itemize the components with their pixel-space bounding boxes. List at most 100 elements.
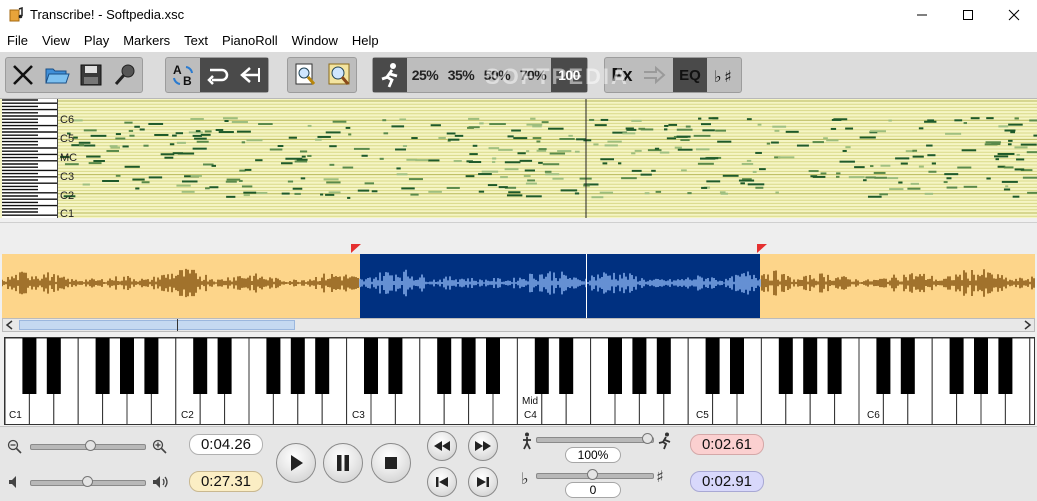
black-key[interactable] <box>559 338 574 394</box>
go-to-start-button[interactable] <box>427 467 457 497</box>
black-key[interactable] <box>388 338 403 394</box>
stop-button[interactable] <box>371 443 411 483</box>
ab-loop-button[interactable]: AB <box>166 58 200 92</box>
pitch-value-display: 0 <box>565 482 621 498</box>
black-key[interactable] <box>534 338 549 394</box>
close-button[interactable] <box>991 0 1037 30</box>
minimize-button[interactable] <box>899 0 945 30</box>
loop-button[interactable] <box>200 58 234 92</box>
black-key[interactable] <box>266 338 281 394</box>
menu-view[interactable]: View <box>35 30 77 52</box>
scroll-left-icon[interactable] <box>4 319 16 331</box>
zoom-fit-button[interactable] <box>322 58 356 92</box>
black-key[interactable] <box>730 338 744 394</box>
pitch-slider-thumb[interactable] <box>587 469 598 480</box>
speed-25-button[interactable]: 25% <box>407 58 443 92</box>
black-key[interactable] <box>290 338 305 394</box>
marker-strip[interactable] <box>0 222 1037 255</box>
transport-controls: 0:04.26 0:27.31 100% ♭ ♯ 0 0:02.61 0:02.… <box>0 426 1037 501</box>
rewind-to-marker-button[interactable] <box>234 58 268 92</box>
black-key[interactable] <box>437 338 452 394</box>
black-key[interactable] <box>120 338 134 394</box>
speed-35-button[interactable]: 35% <box>443 58 479 92</box>
kb-label-c6: C6 <box>867 410 880 421</box>
zoom-in-icon[interactable] <box>152 439 168 455</box>
black-key[interactable] <box>486 338 500 394</box>
black-key[interactable] <box>144 338 159 394</box>
volume-low-icon[interactable] <box>7 474 23 490</box>
playback-cursor[interactable] <box>586 254 587 318</box>
black-key[interactable] <box>217 338 232 394</box>
scrollbar-thumb[interactable] <box>19 320 295 330</box>
pr-label-c2: C2 <box>60 190 75 202</box>
play-button[interactable] <box>276 443 316 483</box>
kb-label-c4: C4 <box>524 410 537 421</box>
stop-icon <box>385 457 397 469</box>
black-key[interactable] <box>949 338 964 394</box>
horizontal-scrollbar[interactable] <box>2 318 1035 332</box>
zoom-in-button[interactable] <box>288 58 322 92</box>
black-key[interactable] <box>974 338 988 394</box>
loop-icon <box>207 68 229 85</box>
black-key[interactable] <box>778 338 793 394</box>
black-key[interactable] <box>827 338 842 394</box>
volume-slider-thumb[interactable] <box>82 476 93 487</box>
piano-keys[interactable] <box>5 338 1035 425</box>
save-file-button[interactable] <box>74 58 108 92</box>
fast-forward-button[interactable] <box>468 431 498 461</box>
file-toolbar-group <box>5 57 143 93</box>
scroll-right-icon[interactable] <box>1021 319 1033 331</box>
play-through-button[interactable] <box>639 58 673 92</box>
rewind-button[interactable] <box>427 431 457 461</box>
pause-button[interactable] <box>323 443 363 483</box>
black-key[interactable] <box>705 338 720 394</box>
svg-text:♯: ♯ <box>724 67 732 86</box>
menu-pianoroll[interactable]: PianoRoll <box>215 30 285 52</box>
menu-file[interactable]: File <box>0 30 35 52</box>
black-key[interactable] <box>315 338 330 394</box>
waveform-view[interactable] <box>2 254 1035 318</box>
black-key[interactable] <box>876 338 891 394</box>
play-icon <box>291 455 303 471</box>
eq-button[interactable]: EQ <box>673 58 707 92</box>
menu-markers[interactable]: Markers <box>116 30 177 52</box>
white-key[interactable] <box>1029 338 1035 425</box>
black-key[interactable] <box>193 338 208 394</box>
piano-roll-view[interactable]: C6 C5 MC C3 C2 C1 <box>0 99 1037 218</box>
go-to-end-button[interactable] <box>468 467 498 497</box>
back-arrow-icon <box>240 67 260 83</box>
record-button[interactable] <box>108 58 142 92</box>
black-key[interactable] <box>608 338 622 394</box>
black-key[interactable] <box>22 338 37 394</box>
svg-text:B: B <box>183 74 192 88</box>
menu-play[interactable]: Play <box>77 30 116 52</box>
black-key[interactable] <box>803 338 818 394</box>
transpose-button[interactable]: ♭ ♯ <box>707 58 741 92</box>
speed-slider-track[interactable] <box>536 437 654 443</box>
menu-text[interactable]: Text <box>177 30 215 52</box>
black-key[interactable] <box>46 338 61 394</box>
maximize-button[interactable] <box>945 0 991 30</box>
close-file-button[interactable] <box>6 58 40 92</box>
black-key[interactable] <box>656 338 671 394</box>
toolbar: AB 25% 35% 50% 70% 100 Fx EQ ♭ ♯ SOFTPED… <box>0 52 1037 99</box>
menu-window[interactable]: Window <box>285 30 345 52</box>
zoom-out-icon[interactable] <box>7 439 23 455</box>
open-file-button[interactable] <box>40 58 74 92</box>
volume-high-icon[interactable] <box>151 474 171 490</box>
pr-label-c5: C5 <box>60 133 75 145</box>
audio-waveform <box>2 268 1035 298</box>
black-key[interactable] <box>900 338 915 394</box>
black-key[interactable] <box>632 338 647 394</box>
black-key[interactable] <box>364 338 378 394</box>
speed-slider-thumb[interactable] <box>642 433 653 444</box>
zoom-slider-thumb[interactable] <box>85 440 96 451</box>
speed-mode-button[interactable] <box>373 58 407 92</box>
menu-help[interactable]: Help <box>345 30 386 52</box>
black-key[interactable] <box>998 338 1013 394</box>
speed-value-display: 100% <box>565 447 621 463</box>
black-key[interactable] <box>461 338 476 394</box>
black-key[interactable] <box>95 338 110 394</box>
zoom-page-icon <box>295 63 316 85</box>
piano-keyboard[interactable]: C1 C2 C3 Mid C4 C5 C6 <box>4 337 1035 425</box>
